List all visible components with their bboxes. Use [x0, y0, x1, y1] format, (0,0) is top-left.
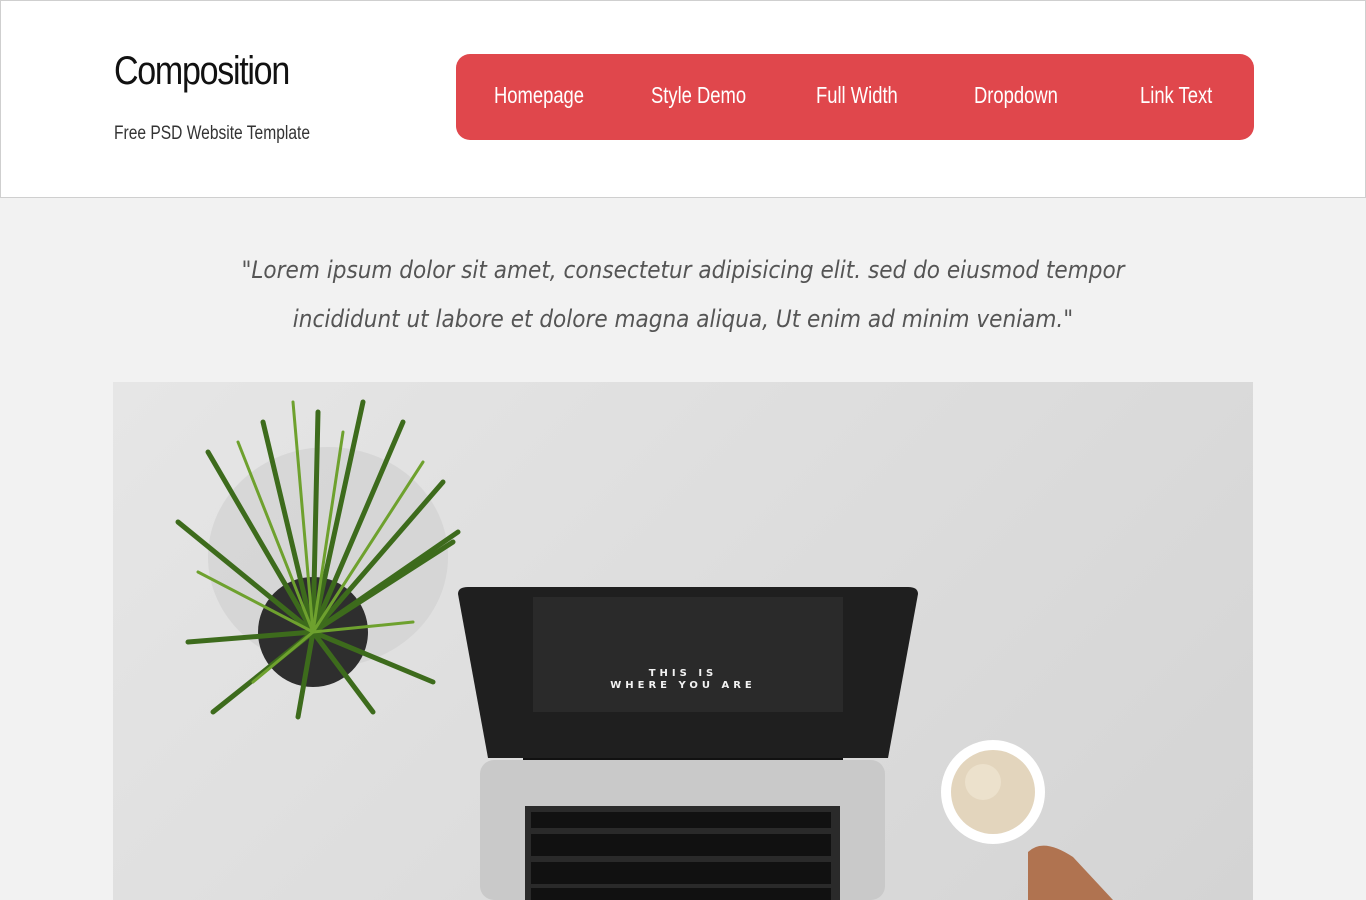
- laptop-screen-line2: WHERE YOU ARE: [610, 680, 756, 691]
- site-title[interactable]: Composition: [114, 49, 290, 94]
- nav-item-homepage[interactable]: Homepage: [494, 82, 584, 109]
- nav-item-link-text[interactable]: Link Text: [1140, 82, 1212, 109]
- site-tagline: Free PSD Website Template: [114, 123, 310, 144]
- main-navigation: Homepage Style Demo Full Width Dropdown …: [456, 54, 1254, 140]
- site-header: Composition Free PSD Website Template Ho…: [0, 0, 1366, 198]
- nav-item-style-demo[interactable]: Style Demo: [651, 82, 746, 109]
- nav-item-dropdown[interactable]: Dropdown: [974, 82, 1058, 109]
- intro-quote: "Lorem ipsum dolor sit amet, consectetur…: [241, 256, 1125, 333]
- desk-scene-illustration: [175, 399, 1113, 900]
- hero-image: THIS IS WHERE YOU ARE: [113, 382, 1253, 900]
- nav-item-full-width[interactable]: Full Width: [816, 82, 898, 109]
- laptop-screen-line1: THIS IS: [648, 668, 718, 679]
